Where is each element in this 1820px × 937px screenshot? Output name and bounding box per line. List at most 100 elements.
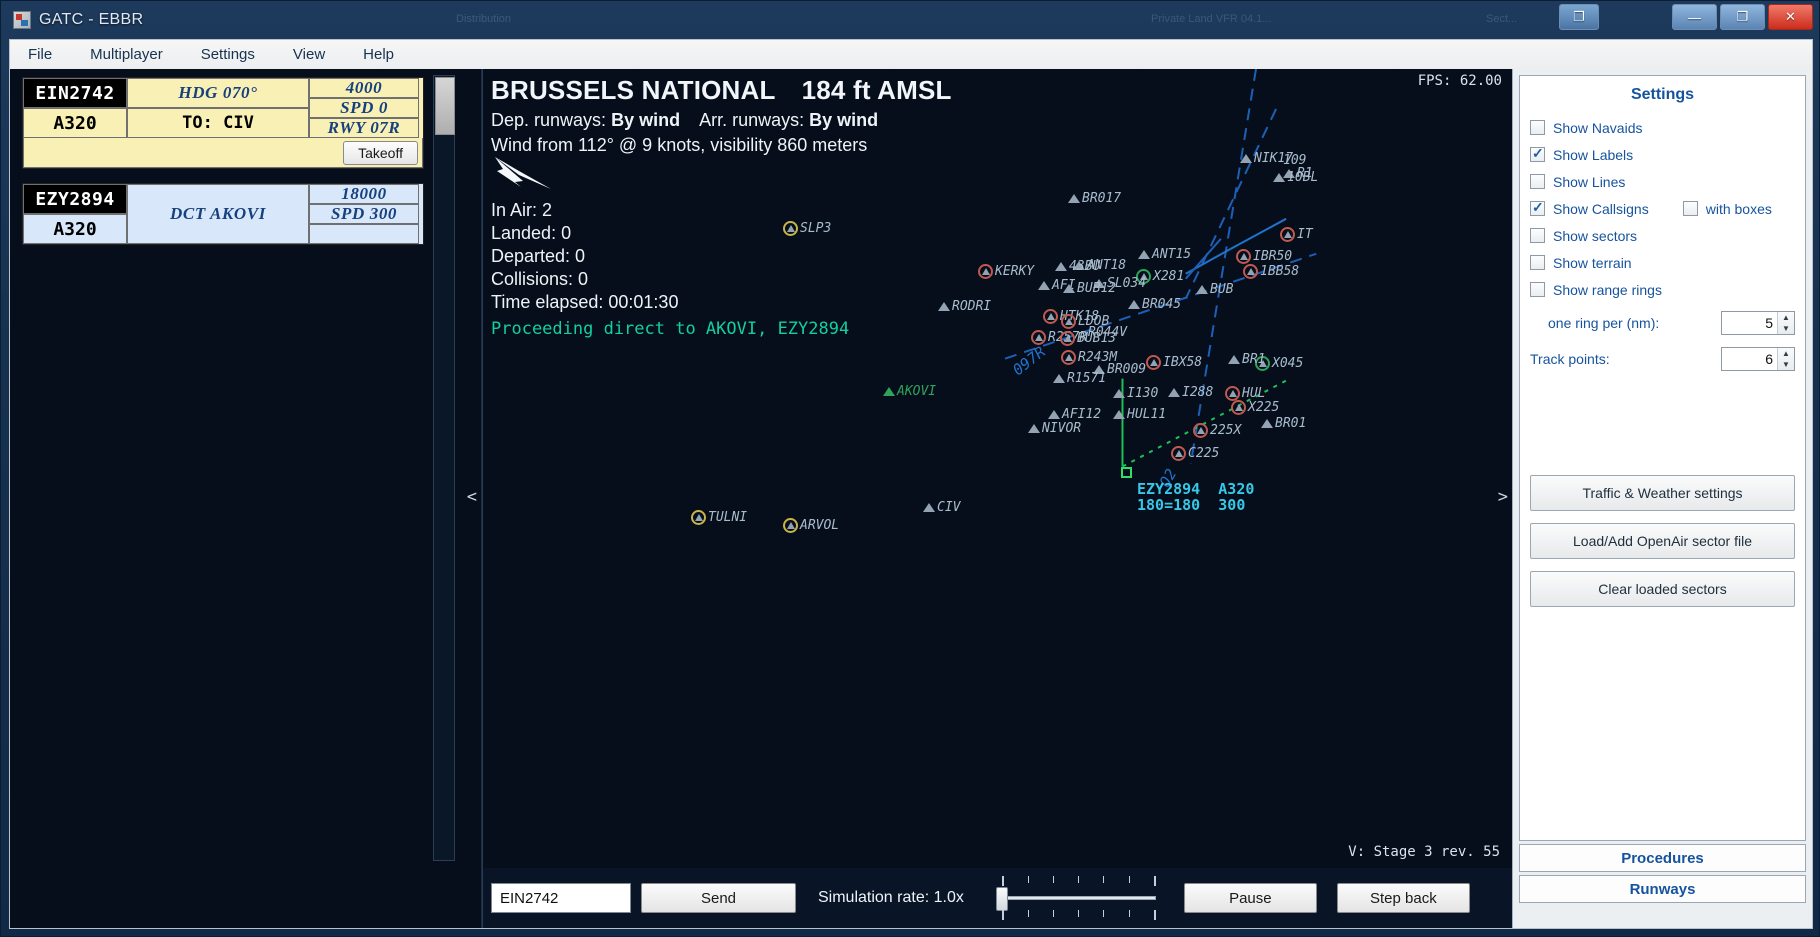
simulation-rate-slider[interactable] [995,876,1156,920]
setting-show-callsigns[interactable]: Show Callsigns with boxes [1530,195,1795,222]
load-openair-sector-button[interactable]: Load/Add OpenAir sector file [1530,523,1795,559]
waypoint-ring-icon [691,510,706,525]
strip-clearance-direct[interactable]: DCT AKOVI [127,184,309,244]
takeoff-button[interactable]: Takeoff [343,140,418,165]
chevron-up-icon[interactable]: ▲ [1778,348,1794,359]
close-button[interactable]: ✕ [1768,4,1813,30]
chevron-up-icon[interactable]: ▲ [1778,312,1794,323]
waypoint[interactable]: 10BL [1273,170,1318,185]
aircraft-symbol-icon[interactable] [1121,467,1132,478]
waypoint[interactable]: AFI12 [1048,407,1101,422]
flight-strip[interactable]: EIN2742 A320 HDG 070° TO: CIV 4000 SPD 0… [22,77,424,169]
waypoint[interactable]: NIVOR [1028,421,1081,436]
send-button[interactable]: Send [641,883,796,913]
setting-show-lines[interactable]: Show Lines [1530,168,1795,195]
waypoint-label: BR017 [1082,191,1122,206]
waypoint[interactable]: BUB [1196,282,1233,297]
aircraft-target[interactable]: EZY2894 A320 180=180 300 [1121,467,1254,513]
waypoint[interactable]: TULNI [691,510,747,525]
setting-show-sectors[interactable]: Show sectors [1530,222,1795,249]
waypoint[interactable]: X225 [1231,400,1279,415]
command-input[interactable] [491,883,631,913]
maximize-button[interactable]: ❐ [1720,4,1765,30]
waypoint[interactable]: BR1 [1228,352,1265,367]
restore-panel-icon[interactable]: ❐ [1559,4,1599,30]
strip-speed[interactable]: SPD 300 [309,204,419,224]
waypoint[interactable]: BR045 [1128,297,1181,312]
waypoint[interactable]: R1571 [1053,371,1106,386]
track-points-stepper[interactable]: 6 ▲ ▼ [1721,347,1795,371]
setting-show-range-rings[interactable]: Show range rings [1530,276,1795,303]
menu-item-multiplayer[interactable]: Multiplayer [86,43,167,66]
checkbox-icon[interactable] [1530,145,1545,162]
waypoint[interactable]: CIV [923,500,960,515]
waypoint[interactable]: 225X [1193,423,1241,438]
radar-display[interactable]: BRUSSELS NATIONAL 184 ft AMSL Dep. runway… [482,69,1512,868]
strip-destination[interactable]: TO: CIV [127,108,309,138]
waypoint[interactable]: BUB12 [1063,281,1116,296]
menu-item-file[interactable]: File [24,43,56,66]
checkbox-icon[interactable] [1530,228,1545,243]
traffic-weather-settings-button[interactable]: Traffic & Weather settings [1530,475,1795,511]
waypoint[interactable]: RODRI [938,299,991,314]
aircraft-datablock[interactable]: EZY2894 A320 180=180 300 [1137,481,1254,513]
strip-clearance-heading[interactable]: HDG 070° [127,78,309,108]
stepper-arrows[interactable]: ▲ ▼ [1777,312,1794,334]
checkbox-icon[interactable] [1530,174,1545,189]
waypoint[interactable]: I288 [1168,385,1213,400]
waypoint[interactable]: 43BU [1055,259,1100,274]
waypoint[interactable]: R044V [1088,325,1127,340]
collapse-right-panel-button[interactable]: > [1498,487,1508,507]
collapse-left-panel-button[interactable]: < [467,487,477,507]
strip-speed[interactable]: SPD 0 [309,98,419,118]
waypoint[interactable]: KERKY [978,264,1034,279]
setting-with-boxes[interactable]: with boxes [1682,201,1772,217]
menu-item-view[interactable]: View [289,43,329,66]
waypoint[interactable]: BR01 [1261,416,1306,431]
minimize-button[interactable]: — [1672,4,1717,30]
waypoint[interactable]: 1BB58 [1243,264,1299,279]
checkbox-icon[interactable] [1530,120,1545,135]
strip-altitude[interactable]: 18000 [309,184,419,204]
flight-strip[interactable]: EZY2894 A320 DCT AKOVI 18000 SPD 300 [22,183,424,245]
stepper-arrows[interactable]: ▲ ▼ [1777,348,1794,370]
strip-runway[interactable] [309,224,419,244]
chevron-down-icon[interactable]: ▼ [1778,359,1794,370]
waypoint[interactable]: AKOVI [883,384,936,399]
chevron-down-icon[interactable]: ▼ [1778,323,1794,334]
setting-show-labels[interactable]: Show Labels [1530,141,1795,168]
strips-scrollbar-thumb[interactable] [435,77,455,135]
ring-spacing-stepper[interactable]: 5 ▲ ▼ [1721,311,1795,335]
menu-item-settings[interactable]: Settings [197,43,259,66]
setting-show-terrain[interactable]: Show terrain [1530,249,1795,276]
waypoint[interactable]: C225 [1171,446,1219,461]
strip-altitude[interactable]: 4000 [309,78,419,98]
waypoint[interactable]: SLP3 [783,221,831,236]
waypoint[interactable]: HUL11 [1113,407,1166,422]
checkbox-icon[interactable] [1530,199,1545,216]
strips-scrollbar[interactable] [433,75,455,861]
checkbox-icon[interactable] [1530,282,1545,297]
waypoint[interactable]: ANT15 [1138,247,1191,262]
waypoint[interactable]: IT [1280,227,1313,242]
waypoint[interactable]: I130 [1113,386,1158,401]
waypoint-label: AKOVI [897,384,937,399]
menu-item-help[interactable]: Help [359,43,398,66]
tab-runways[interactable]: Runways [1519,875,1806,903]
setting-show-navaids[interactable]: Show Navaids [1530,114,1795,141]
waypoint[interactable]: ARVOL [783,518,839,533]
checkbox-icon[interactable] [1530,255,1545,270]
step-back-button[interactable]: Step back [1336,883,1470,913]
waypoint[interactable]: HUL [1225,386,1265,401]
tab-procedures[interactable]: Procedures [1519,844,1806,872]
slider-thumb[interactable] [995,887,1008,911]
strip-runway[interactable]: RWY 07R [309,118,419,138]
pause-button[interactable]: Pause [1183,883,1317,913]
waypoint[interactable]: IBR50 [1236,249,1292,264]
waypoint[interactable]: BR017 [1068,191,1121,206]
waypoint[interactable]: IBX58 [1146,355,1202,370]
clear-loaded-sectors-button[interactable]: Clear loaded sectors [1530,571,1795,607]
waypoint-triangle-icon [883,387,895,396]
slider-track[interactable] [1001,896,1156,900]
checkbox-icon[interactable] [1682,201,1698,216]
